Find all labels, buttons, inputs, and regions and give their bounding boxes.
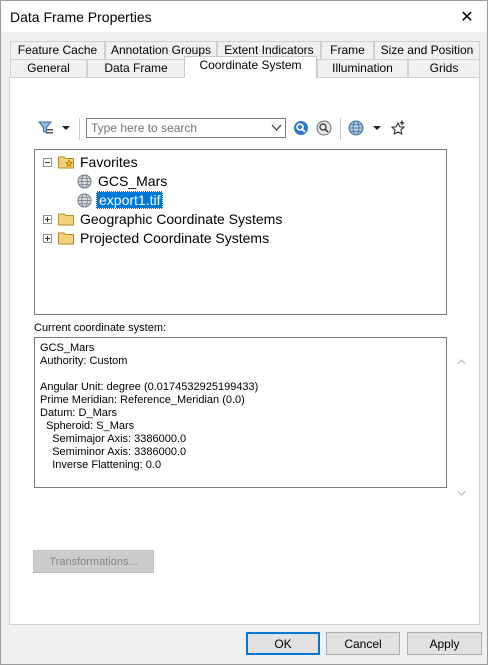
cs-line: Semimajor Axis: 3386000.0 [40,433,187,445]
title-bar: Data Frame Properties ✕ [1,1,487,32]
globe-icon[interactable] [347,119,365,137]
search-input[interactable] [87,119,267,137]
current-cs-label: Current coordinate system: [34,322,167,334]
globe-icon [77,192,92,208]
cs-line: GCS_Mars [40,342,95,354]
vertical-scrollbar[interactable] [429,338,467,496]
tree-item-label: Favorites [80,154,138,170]
folder-icon [58,231,75,245]
close-button[interactable]: ✕ [447,1,487,32]
chevron-down-icon[interactable] [271,122,282,136]
cs-line [40,368,446,381]
apply-button[interactable]: Apply [407,632,482,655]
cs-line: Semiminor Axis: 3386000.0 [40,446,187,458]
tree-item-label: Projected Coordinate Systems [80,230,270,246]
current-cs-details[interactable]: GCS_Mars Authority: Custom Angular Unit:… [34,337,467,496]
collapse-icon[interactable] [43,157,52,167]
search-combobox[interactable] [86,118,286,138]
coordinate-system-tree[interactable]: Favorites GCS_Mars export1.tif Geographi… [34,149,447,315]
ok-button[interactable]: OK [246,632,320,655]
search-icon[interactable] [292,119,310,137]
scroll-down-icon[interactable] [433,474,467,513]
filter-icon[interactable] [37,119,55,137]
expand-icon[interactable] [43,214,52,224]
tree-item-label: GCS_Mars [98,173,168,189]
add-favorite-icon[interactable] [388,118,408,138]
tree-item-geographic[interactable]: Geographic Coordinate Systems [43,210,282,228]
favorites-folder-icon [58,155,75,169]
cs-line: Spheroid: S_Mars [40,420,135,432]
cs-line: Authority: Custom [40,355,128,367]
tab-size-and-position[interactable]: Size and Position [374,41,480,59]
scroll-up-icon[interactable] [433,343,467,382]
tab-illumination[interactable]: Illumination [317,59,408,77]
folder-icon [58,212,75,226]
tree-item-label-selected: export1.tif [96,191,164,209]
toolbar-separator [340,118,341,140]
tab-feature-cache[interactable]: Feature Cache [10,41,105,59]
cs-line: Prime Meridian: Reference_Meridian (0.0) [40,394,245,406]
tab-grids[interactable]: Grids [408,59,480,77]
transformations-button[interactable]: Transformations... [33,550,154,573]
window-title: Data Frame Properties [10,9,152,25]
tree-item-export1[interactable]: export1.tif [77,191,164,209]
tab-coordinate-system[interactable]: Coordinate System [184,56,317,78]
close-icon: ✕ [460,8,474,26]
filter-dropdown-arrow-icon[interactable] [60,121,72,135]
globe-icon [77,173,92,189]
globe-dropdown-arrow-icon[interactable] [371,121,383,135]
tab-frame[interactable]: Frame [321,41,374,59]
tree-item-favorites[interactable]: Favorites [43,153,138,171]
cs-line: Inverse Flattening: 0.0 [40,459,162,471]
expand-icon[interactable] [43,233,52,243]
tree-item-gcs-mars[interactable]: GCS_Mars [77,172,167,190]
dialog-window: Data Frame Properties ✕ Feature Cache An… [0,0,488,665]
tree-item-projected[interactable]: Projected Coordinate Systems [43,229,269,247]
tab-general[interactable]: General [10,59,87,77]
tab-data-frame[interactable]: Data Frame [87,59,185,77]
cs-line: Angular Unit: degree (0.0174532925199433… [40,381,259,393]
clear-search-icon[interactable] [315,119,333,137]
toolbar-separator [79,118,80,140]
cancel-button[interactable]: Cancel [326,632,400,655]
tree-item-label: Geographic Coordinate Systems [80,211,283,227]
cs-line: Datum: D_Mars [40,407,118,419]
